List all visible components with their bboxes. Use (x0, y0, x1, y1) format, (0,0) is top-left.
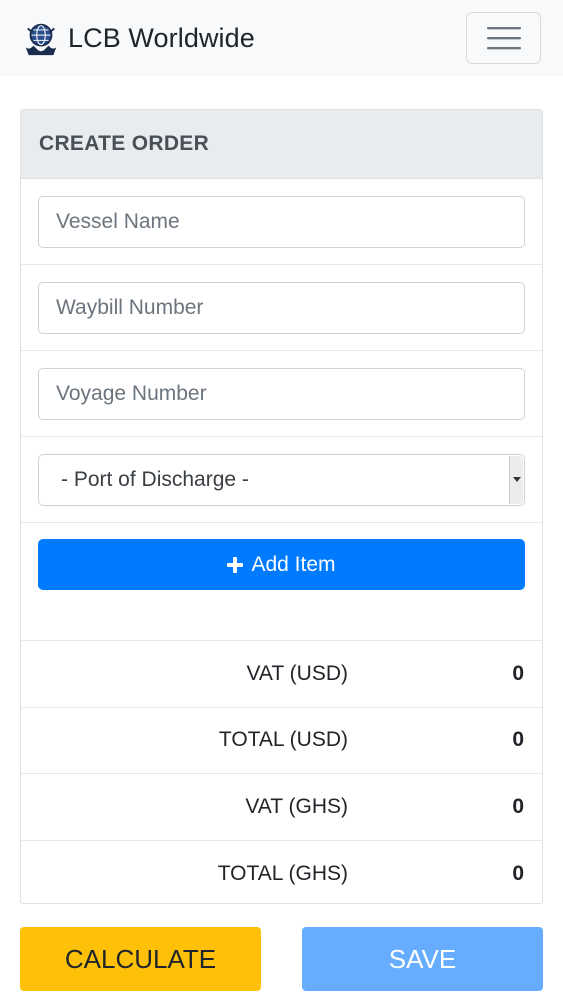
calculate-button[interactable]: CALCULATE (20, 927, 261, 991)
port-of-discharge-row: - Port of Discharge - (21, 437, 542, 523)
summary-value: 0 (512, 661, 524, 685)
summary-label: TOTAL (GHS) (217, 861, 348, 885)
summary-value: 0 (512, 861, 524, 885)
summary-row-vat-ghs: VAT (GHS) 0 (21, 774, 542, 841)
voyage-number-input[interactable] (38, 367, 525, 420)
summary-table: VAT (USD) 0 TOTAL (USD) 0 VAT (GHS) 0 TO… (21, 641, 542, 907)
vessel-name-input[interactable] (38, 195, 525, 248)
summary-row-total-ghs: TOTAL (GHS) 0 (21, 841, 542, 908)
summary-row-vat-usd: VAT (USD) 0 (21, 641, 542, 708)
plus-icon (227, 556, 244, 573)
waybill-number-row (21, 265, 542, 351)
summary-label: VAT (USD) (246, 661, 348, 685)
waybill-number-input[interactable] (38, 281, 525, 334)
save-button[interactable]: SAVE (302, 927, 543, 991)
brand-name: LCB Worldwide (68, 22, 255, 53)
summary-value: 0 (512, 794, 524, 818)
voyage-number-row (21, 351, 542, 437)
add-item-row: Add Item (21, 523, 542, 641)
summary-value: 0 (512, 728, 524, 752)
menu-toggle-button[interactable] (466, 12, 541, 64)
hamburger-menu-icon (486, 27, 521, 50)
vessel-name-row (21, 179, 542, 265)
card-title: CREATE ORDER (39, 132, 210, 155)
summary-label: VAT (GHS) (245, 794, 348, 818)
card-header: CREATE ORDER (21, 110, 542, 179)
globe-ship-logo-icon (25, 23, 57, 56)
brand-link[interactable]: LCB Worldwide (22, 19, 255, 57)
dropdown-arrow-icon (509, 455, 523, 504)
add-item-label: Add Item (251, 552, 336, 576)
port-of-discharge-selected: - Port of Discharge - (61, 467, 249, 491)
port-of-discharge-select[interactable]: - Port of Discharge - (38, 453, 525, 506)
add-item-button[interactable]: Add Item (38, 539, 525, 590)
summary-row-total-usd: TOTAL (USD) 0 (21, 708, 542, 774)
create-order-card: CREATE ORDER - Port of Discharge - Add I… (20, 109, 543, 904)
navbar: LCB Worldwide (0, 0, 563, 76)
summary-label: TOTAL (USD) (218, 728, 348, 752)
